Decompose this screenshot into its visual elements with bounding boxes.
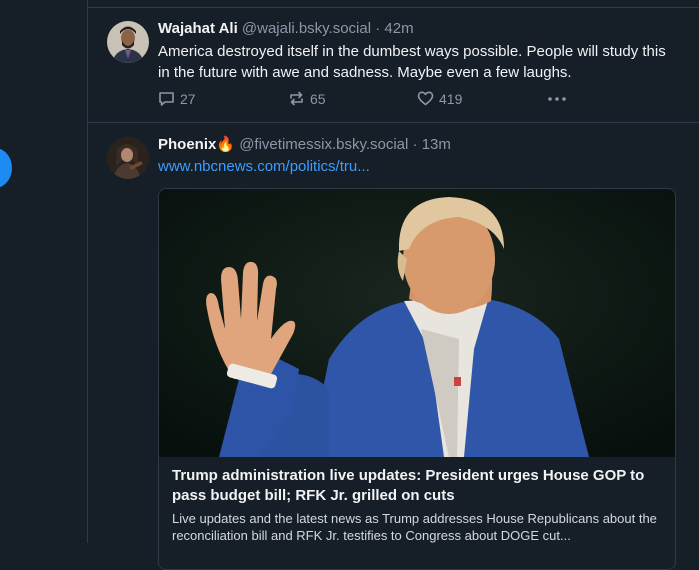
repost-icon xyxy=(290,91,303,106)
embed-description: Live updates and the latest news as Trum… xyxy=(172,511,657,543)
reply-icon xyxy=(159,92,174,106)
feed-divider xyxy=(88,7,699,8)
post[interactable]: Wajahat Ali @wajali.bsky.social · 42m Am… xyxy=(88,19,699,119)
avatar[interactable] xyxy=(107,21,149,63)
post-header: Wajahat Ali @wajali.bsky.social · 42m xyxy=(158,19,414,39)
embed-image[interactable] xyxy=(159,189,675,457)
more-dots-icon xyxy=(548,97,566,101)
separator-dot: · xyxy=(375,20,381,37)
display-name[interactable]: Wajahat Ali xyxy=(158,20,238,37)
display-name[interactable]: Phoenix🔥 xyxy=(158,136,235,153)
repost-count: 65 xyxy=(310,90,326,107)
timestamp[interactable]: 42m xyxy=(384,20,413,37)
reply-button[interactable]: 27 xyxy=(158,90,196,107)
link-embed-card[interactable]: Trump administration live updates: Presi… xyxy=(158,188,676,570)
post-text: America destroyed itself in the dumbest … xyxy=(158,43,666,81)
timestamp[interactable]: 13m xyxy=(422,136,451,153)
handle[interactable]: @wajali.bsky.social xyxy=(242,20,371,37)
reply-count: 27 xyxy=(180,90,196,107)
separator-dot: · xyxy=(412,136,418,153)
heart-icon xyxy=(417,91,434,106)
post-header: Phoenix🔥 @fivetimessix.bsky.social · 13m xyxy=(158,135,451,155)
feed: Wajahat Ali @wajali.bsky.social · 42m Am… xyxy=(87,0,699,570)
post-actions: 27 65 419 xyxy=(158,90,578,110)
like-button[interactable]: 419 xyxy=(417,90,462,107)
more-options-button[interactable] xyxy=(547,90,567,107)
post-divider xyxy=(88,122,699,123)
user-avatar-icon xyxy=(107,21,149,63)
post-link[interactable]: www.nbcnews.com/politics/tru... xyxy=(158,157,370,177)
avatar[interactable] xyxy=(107,137,149,179)
user-avatar-icon xyxy=(107,137,149,179)
left-rail xyxy=(0,0,87,543)
compose-button[interactable] xyxy=(0,148,12,188)
handle[interactable]: @fivetimessix.bsky.social xyxy=(239,136,408,153)
like-count: 419 xyxy=(439,90,463,107)
embed-title: Trump administration live updates: Presi… xyxy=(172,467,645,504)
repost-button[interactable]: 65 xyxy=(288,90,326,107)
